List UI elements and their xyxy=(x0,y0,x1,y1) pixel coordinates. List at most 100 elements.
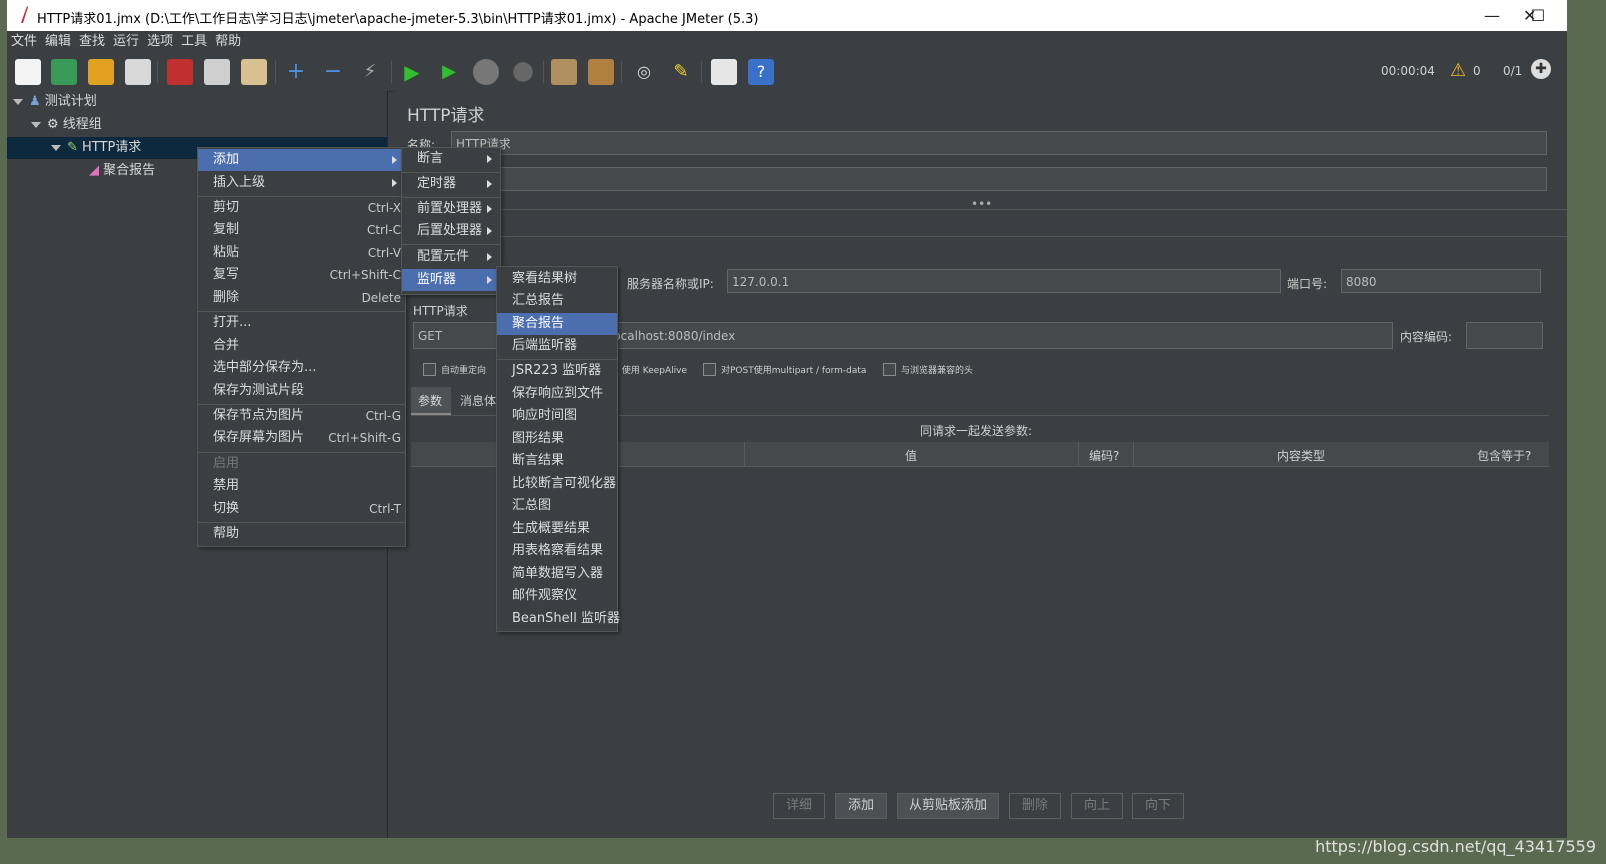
expanded-icon[interactable] xyxy=(31,121,41,128)
menu-item-save-fragment[interactable]: 保存为测试片段 xyxy=(198,380,405,402)
menu-search[interactable]: 查找 xyxy=(75,31,109,53)
menu-item-open[interactable]: 打开... xyxy=(198,312,405,334)
listener-summary-report[interactable]: 汇总报告 xyxy=(497,290,617,312)
menu-options[interactable]: 选项 xyxy=(143,31,177,53)
tree-item-aggregate-report[interactable]: ◢ 聚合报告 xyxy=(89,160,155,182)
tree-item-thread-group[interactable]: ⚙ 线程组 xyxy=(31,114,102,136)
collapse-icon[interactable]: − xyxy=(320,59,346,85)
menu-item-insert-parent[interactable]: 插入上级 xyxy=(198,172,405,194)
menu-item-duplicate[interactable]: 复写 Ctrl+Shift-C xyxy=(198,264,405,286)
menu-item-cut[interactable]: 剪切 Ctrl-X xyxy=(198,197,405,219)
listener-simple-data-writer[interactable]: 简单数据写入器 xyxy=(497,563,617,585)
function-helper-icon[interactable] xyxy=(711,59,737,85)
close-icon[interactable]: ✕ xyxy=(1523,6,1536,25)
up-button[interactable]: 向上 xyxy=(1071,793,1123,819)
listener-view-results-tree[interactable]: 察看结果树 xyxy=(497,268,617,290)
listener-backend-listener[interactable]: 后端监听器 xyxy=(497,335,617,357)
close-button[interactable] xyxy=(1561,0,1567,31)
stop-icon[interactable] xyxy=(473,59,499,85)
delete-button[interactable]: 删除 xyxy=(1009,793,1061,819)
listener-mailer-visualizer[interactable]: 邮件观察仪 xyxy=(497,585,617,607)
multipart-checkbox[interactable] xyxy=(703,363,716,376)
column-encode[interactable]: 编码? xyxy=(1089,447,1119,464)
reset-search-icon[interactable]: ✎ xyxy=(668,59,694,85)
submenu-post-processor[interactable]: 后置处理器 xyxy=(402,220,500,242)
menu-item-toggle[interactable]: 切换 Ctrl-T xyxy=(198,498,405,520)
help-icon[interactable]: ? xyxy=(748,59,774,85)
menu-edit[interactable]: 编辑 xyxy=(41,31,75,53)
shutdown-icon[interactable] xyxy=(513,62,533,82)
warning-icon[interactable]: ⚠ xyxy=(1450,60,1466,81)
listener-view-results-table[interactable]: 用表格察看结果 xyxy=(497,540,617,562)
menu-item-merge[interactable]: 合并 xyxy=(198,335,405,357)
listener-jsr223[interactable]: JSR223 监听器 xyxy=(497,360,617,382)
method-select[interactable]: GET xyxy=(413,322,501,349)
start-no-pauses-icon[interactable]: ▶ xyxy=(436,59,462,85)
search-icon[interactable]: ◎ xyxy=(631,59,657,85)
add-button[interactable]: 添加 xyxy=(835,793,887,819)
menu-item-delete[interactable]: 删除 Delete xyxy=(198,287,405,309)
browser-headers-checkbox[interactable] xyxy=(883,363,896,376)
listener-response-time-graph[interactable]: 响应时间图 xyxy=(497,405,617,427)
tab-parameters[interactable]: 参数 xyxy=(411,387,451,415)
submenu-listener[interactable]: 监听器 xyxy=(402,269,500,291)
submenu-assertion[interactable]: 断言 xyxy=(402,148,500,170)
menu-item-enable[interactable]: 启用 xyxy=(198,453,405,475)
name-field[interactable]: HTTP请求 xyxy=(451,131,1547,155)
column-value[interactable]: 值 xyxy=(905,447,917,464)
listener-graph-results[interactable]: 图形结果 xyxy=(497,428,617,450)
expand-icon[interactable]: + xyxy=(283,59,309,85)
toggle-icon[interactable]: ⚡ xyxy=(357,59,383,85)
listener-beanshell[interactable]: BeanShell 监听器 xyxy=(497,608,620,630)
listener-generate-summary[interactable]: 生成概要结果 xyxy=(497,518,617,540)
menu-item-help[interactable]: 帮助 xyxy=(198,523,405,545)
path-field[interactable]: localhost:8080/index xyxy=(605,322,1393,349)
menu-file[interactable]: 文件 xyxy=(7,31,41,53)
menu-item-add[interactable]: 添加 xyxy=(198,149,405,171)
menu-item-save-node-image[interactable]: 保存节点为图片 Ctrl-G xyxy=(198,405,405,427)
listener-save-responses[interactable]: 保存响应到文件 xyxy=(497,383,617,405)
listener-assertion-results[interactable]: 断言结果 xyxy=(497,450,617,472)
submenu-pre-processor[interactable]: 前置处理器 xyxy=(402,198,500,220)
redirect-checkbox[interactable] xyxy=(423,363,436,376)
add-from-clipboard-button[interactable]: 从剪贴板添加 xyxy=(897,793,999,819)
menu-item-save-screen-image[interactable]: 保存屏幕为图片 Ctrl+Shift-G xyxy=(198,427,405,449)
start-icon[interactable]: ▶ xyxy=(399,59,425,85)
port-field[interactable]: 8080 xyxy=(1341,269,1541,293)
open-icon[interactable] xyxy=(88,59,114,85)
server-field[interactable]: 127.0.0.1 xyxy=(727,269,1281,293)
listener-aggregate-report[interactable]: 聚合报告 xyxy=(497,313,617,335)
encoding-field[interactable] xyxy=(1466,322,1543,349)
menu-item-save-selection[interactable]: 选中部分保存为... xyxy=(198,357,405,379)
expanded-icon[interactable] xyxy=(51,144,61,151)
menu-run[interactable]: 运行 xyxy=(109,31,143,53)
maximize-button[interactable]: ☐ xyxy=(1515,0,1561,31)
menu-item-disable[interactable]: 禁用 xyxy=(198,475,405,497)
comments-field[interactable] xyxy=(451,167,1547,191)
copy-icon[interactable] xyxy=(204,59,230,85)
remote-icon[interactable]: ✚ xyxy=(1531,59,1551,79)
down-button[interactable]: 向下 xyxy=(1132,793,1184,819)
listener-aggregate-graph[interactable]: 汇总图 xyxy=(497,495,617,517)
tab-body-data[interactable]: 消息体数据 xyxy=(457,387,497,413)
menu-item-paste[interactable]: 粘贴 Ctrl-V xyxy=(198,242,405,264)
expanded-icon[interactable] xyxy=(13,98,23,105)
column-content-type[interactable]: 内容类型 xyxy=(1277,447,1325,464)
cut-icon[interactable] xyxy=(167,59,193,85)
detail-button[interactable]: 详细 xyxy=(773,793,825,819)
minimize-button[interactable]: — xyxy=(1469,0,1515,31)
menu-item-copy[interactable]: 复制 Ctrl-C xyxy=(198,219,405,241)
clear-all-icon[interactable] xyxy=(588,59,614,85)
menu-help[interactable]: 帮助 xyxy=(211,31,245,53)
templates-icon[interactable] xyxy=(51,59,77,85)
menu-tools[interactable]: 工具 xyxy=(177,31,211,53)
submenu-config-element[interactable]: 配置元件 xyxy=(402,246,500,268)
clear-icon[interactable] xyxy=(551,59,577,85)
tree-item-test-plan[interactable]: ♟ 测试计划 xyxy=(13,91,97,113)
save-icon[interactable] xyxy=(125,59,151,85)
submenu-timer[interactable]: 定时器 xyxy=(402,173,500,195)
column-include-equals[interactable]: 包含等于? xyxy=(1477,447,1531,464)
listener-comparison-visualizer[interactable]: 比较断言可视化器 xyxy=(497,473,617,495)
new-icon[interactable] xyxy=(15,59,41,85)
paste-icon[interactable] xyxy=(241,59,267,85)
